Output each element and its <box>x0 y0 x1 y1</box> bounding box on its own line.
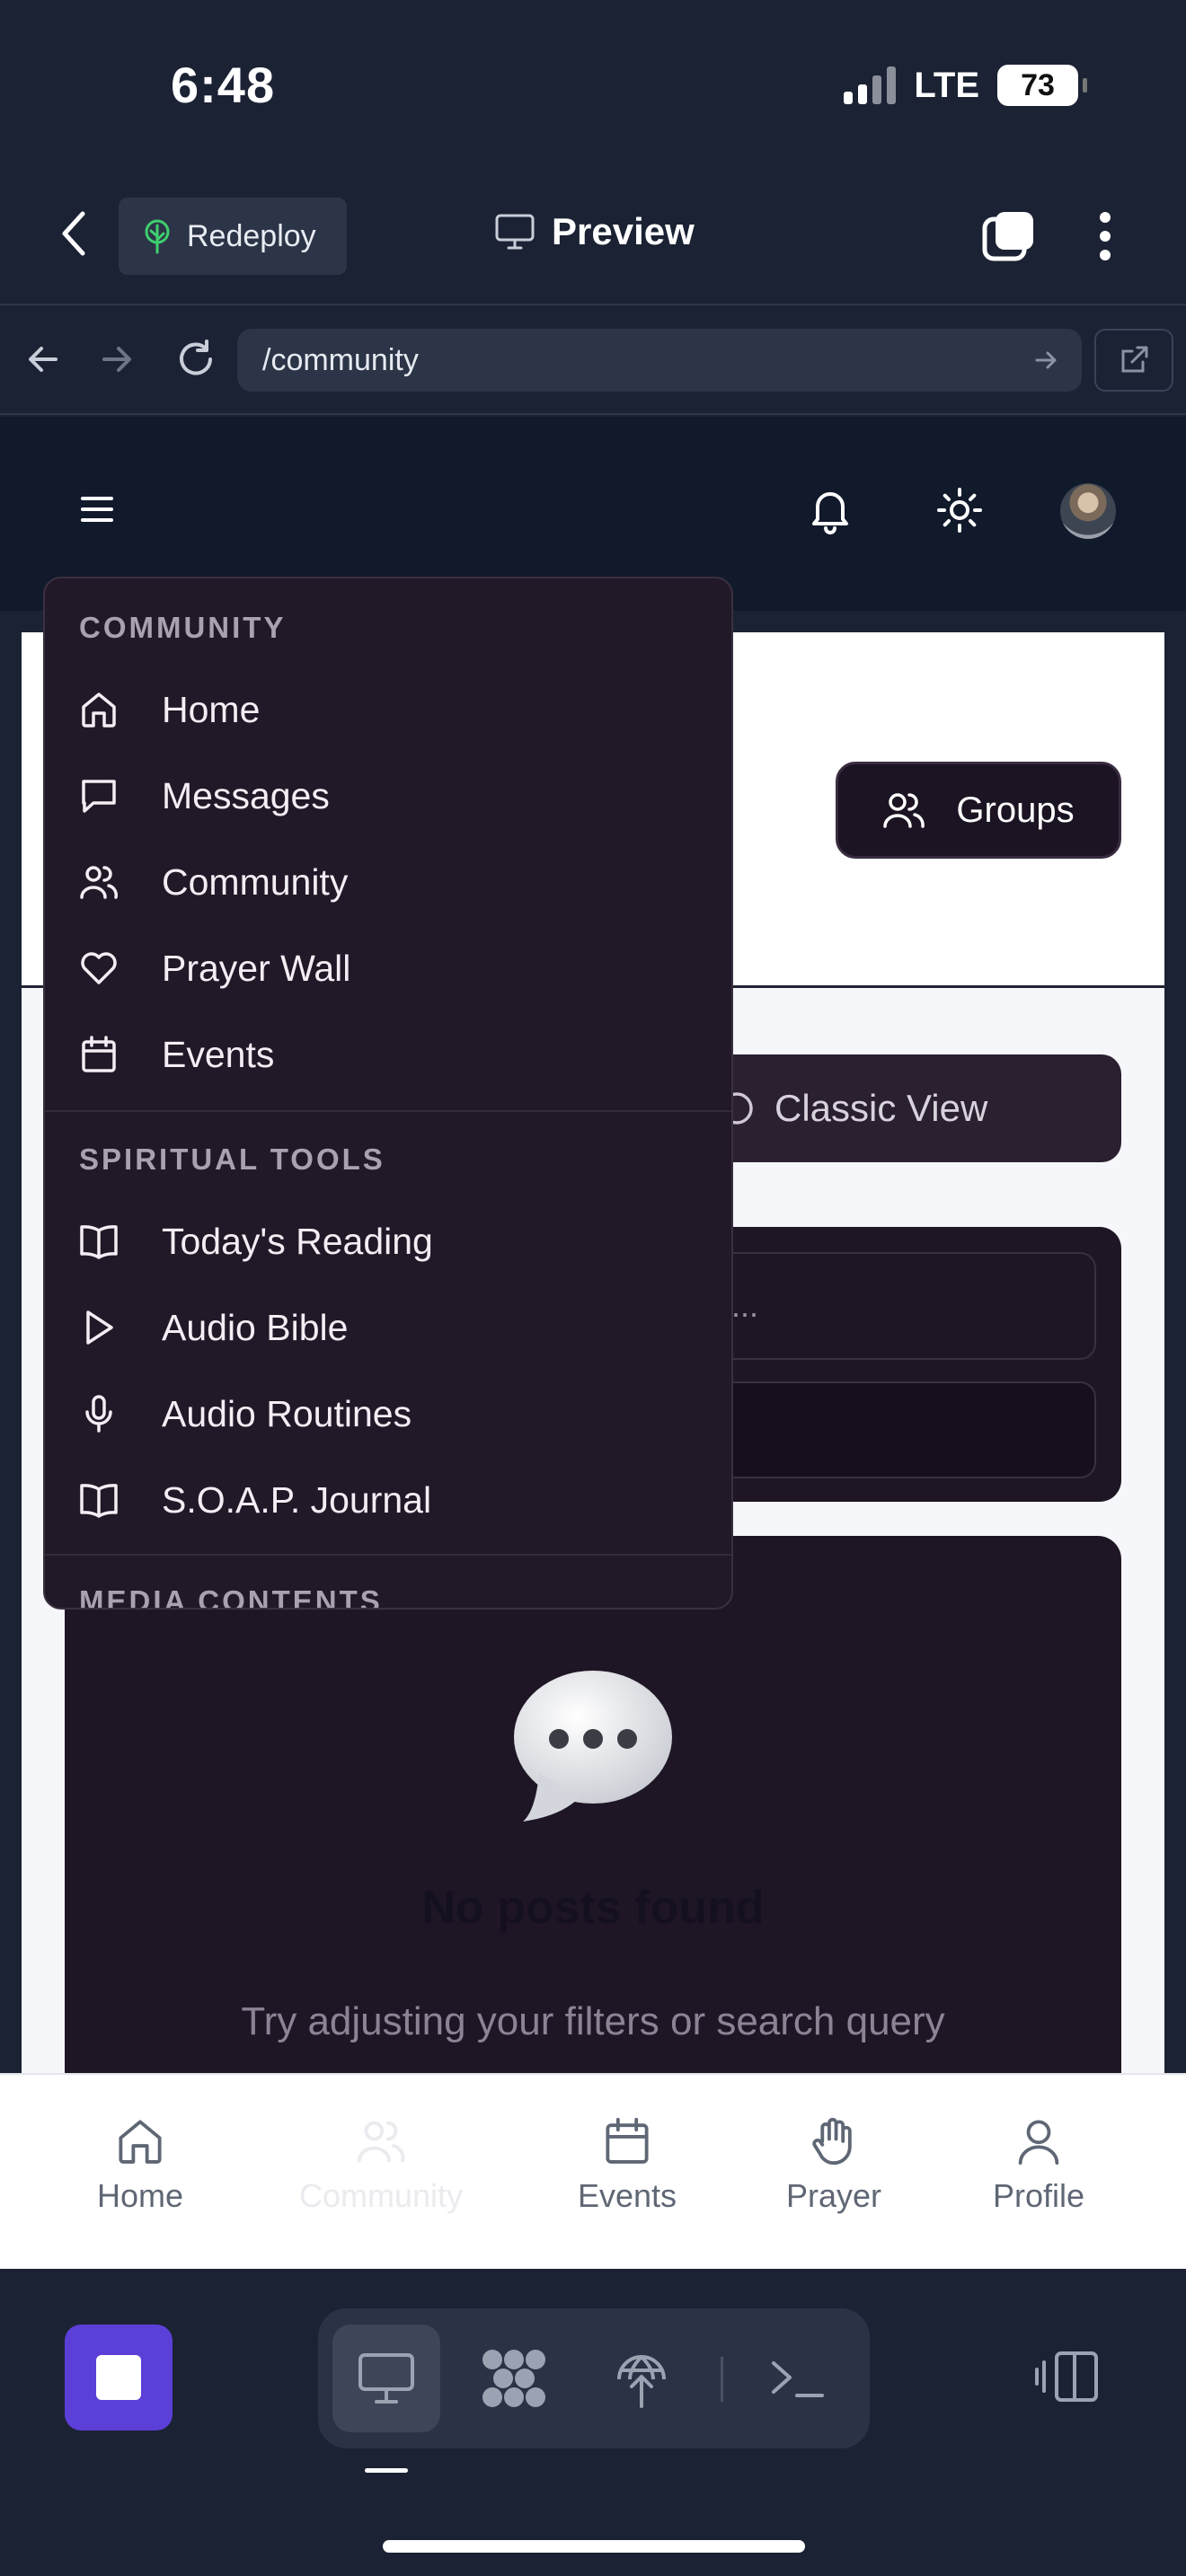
tab-prayer[interactable]: Prayer <box>735 2116 933 2215</box>
browser-forward-icon[interactable] <box>99 341 135 377</box>
menu-item-soap-journal[interactable]: S.O.A.P. Journal <box>79 1464 431 1536</box>
tab-label: Profile <box>992 2177 1085 2214</box>
menu-item-messages[interactable]: Messages <box>79 760 330 832</box>
menu-icon[interactable] <box>81 496 113 523</box>
avatar[interactable] <box>1060 483 1116 539</box>
users-icon <box>356 2116 406 2166</box>
menu-section-title: SPIRITUAL TOOLS <box>79 1142 385 1176</box>
filter-select[interactable] <box>683 1381 1096 1478</box>
menu-item-home[interactable]: Home <box>79 674 260 745</box>
menu-item-label: Prayer Wall <box>162 947 351 989</box>
console-mode-button[interactable] <box>744 2325 852 2432</box>
menu-item-label: Community <box>162 860 349 903</box>
external-link-icon <box>1118 344 1150 376</box>
stop-button[interactable] <box>65 2325 173 2430</box>
book-open-icon <box>79 1222 119 1261</box>
play-icon <box>79 1308 119 1347</box>
home-indicator[interactable] <box>383 2540 805 2553</box>
monitor-icon <box>494 213 535 251</box>
browser-back-icon[interactable] <box>25 341 61 377</box>
active-mode-indicator <box>365 2468 408 2473</box>
status-time: 6:48 <box>171 57 276 113</box>
menu-item-label: S.O.A.P. Journal <box>162 1478 432 1521</box>
mode-separator <box>721 2357 723 2402</box>
view-mode-group <box>318 2308 870 2448</box>
tab-label: Home <box>96 2177 184 2214</box>
users-icon <box>79 862 119 902</box>
menu-item-community[interactable]: Community <box>79 846 348 918</box>
tab-profile[interactable]: Profile <box>940 2116 1137 2215</box>
tab-label: Events <box>577 2177 677 2214</box>
more-options-icon[interactable] <box>1096 210 1114 262</box>
agent-mode-button[interactable] <box>460 2325 568 2432</box>
menu-item-label: Today's Reading <box>162 1220 433 1262</box>
preview-mode-button[interactable] <box>332 2325 440 2432</box>
user-icon <box>1013 2116 1064 2166</box>
redeploy-label: Redeploy <box>187 218 316 253</box>
tab-label: Prayer <box>785 2177 882 2214</box>
tab-label: Community <box>298 2177 464 2214</box>
search-input[interactable]: ... <box>683 1252 1096 1360</box>
menu-item-events[interactable]: Events <box>79 1019 274 1090</box>
home-icon <box>115 2116 165 2166</box>
microphone-icon <box>79 1394 119 1434</box>
menu-section-title: MEDIA CONTENTS <box>79 1584 383 1610</box>
navigation-menu: COMMUNITY Home Messages Community Prayer… <box>43 577 733 1610</box>
users-icon <box>882 790 925 830</box>
status-indicators: LTE 73 <box>844 65 1087 106</box>
bottom-tab-bar: Home Community Events Prayer Profile <box>0 2073 1186 2269</box>
signal-icon <box>844 66 897 104</box>
reload-icon[interactable] <box>174 338 217 381</box>
tab-community[interactable]: Community <box>282 2116 480 2215</box>
monitor-icon <box>357 2351 416 2405</box>
empty-hint: Try adjusting your filters or search que… <box>241 1999 945 2043</box>
tabs-icon[interactable] <box>981 208 1037 264</box>
battery-icon: 73 <box>997 65 1087 106</box>
menu-item-audio-bible[interactable]: Audio Bible <box>79 1292 348 1363</box>
menu-section-title: COMMUNITY <box>79 611 287 644</box>
hand-icon <box>809 2116 859 2166</box>
groups-label: Groups <box>956 790 1075 830</box>
tab-home[interactable]: Home <box>41 2116 239 2215</box>
calendar-icon <box>602 2116 652 2166</box>
network-type: LTE <box>914 65 979 105</box>
book-open-icon <box>79 1480 119 1520</box>
heart-icon <box>79 948 119 988</box>
groups-button[interactable]: Groups <box>836 762 1121 859</box>
tree-icon <box>142 218 173 254</box>
menu-item-label: Home <box>162 688 261 730</box>
menu-divider <box>45 1110 731 1112</box>
hexagon-cluster-icon <box>480 2347 548 2410</box>
panel-toggle-icon[interactable] <box>1033 2350 1102 2404</box>
menu-item-label: Audio Routines <box>162 1392 412 1434</box>
home-icon <box>79 690 119 729</box>
message-icon <box>79 776 119 816</box>
empty-title: No posts found <box>421 1882 765 1934</box>
menu-item-audio-routines[interactable]: Audio Routines <box>79 1378 412 1450</box>
deploy-mode-button[interactable] <box>588 2325 695 2432</box>
terminal-icon <box>768 2356 828 2401</box>
menu-item-prayer-wall[interactable]: Prayer Wall <box>79 932 350 1004</box>
tab-events[interactable]: Events <box>528 2116 726 2215</box>
speech-bubble-icon <box>512 1667 674 1825</box>
bell-icon[interactable] <box>809 485 852 535</box>
theme-toggle-icon[interactable] <box>936 487 983 534</box>
preview-label: Preview <box>552 210 695 252</box>
menu-item-label: Events <box>162 1033 275 1075</box>
menu-divider <box>45 1554 731 1556</box>
back-icon[interactable] <box>56 208 92 259</box>
url-text: /community <box>262 342 419 377</box>
url-input[interactable]: /community <box>237 329 1082 392</box>
globe-upload-icon <box>612 2347 671 2410</box>
menu-item-label: Messages <box>162 774 330 816</box>
go-arrow-icon[interactable] <box>1033 347 1060 374</box>
preview-title: Preview <box>494 210 695 253</box>
open-external-button[interactable] <box>1094 329 1173 392</box>
menu-item-label: Audio Bible <box>162 1306 349 1348</box>
calendar-icon <box>79 1035 119 1074</box>
stop-icon <box>96 2355 141 2400</box>
redeploy-button[interactable]: Redeploy <box>119 198 347 275</box>
menu-item-todays-reading[interactable]: Today's Reading <box>79 1205 433 1277</box>
classic-view-label: Classic View <box>774 1087 988 1129</box>
